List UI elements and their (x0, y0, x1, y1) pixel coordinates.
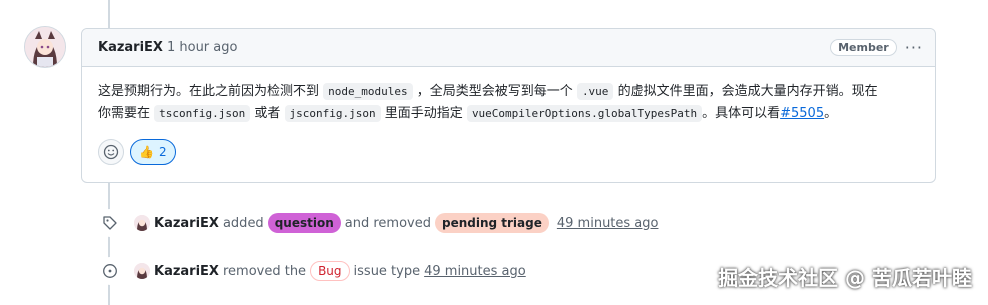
comment-author-link[interactable]: KazariEX (98, 40, 163, 55)
inline-code: tsconfig.json (154, 105, 251, 122)
comment-body: 这是预期行为。在此之前因为检测不到 node_modules ，全局类型会被写到… (82, 67, 935, 125)
event-verb: and removed (344, 215, 431, 231)
watermark: 掘金技术社区 @ 苦瓜若叶睦 (718, 266, 972, 290)
thumbs-up-icon: 👍 (139, 145, 154, 159)
mini-avatar[interactable] (134, 263, 150, 279)
label-pending-triage[interactable]: pending triage (434, 213, 549, 233)
add-reaction-button[interactable] (98, 139, 124, 165)
issue-link[interactable]: #5505 (780, 106, 824, 121)
event-timestamp[interactable]: 49 minutes ago (424, 264, 526, 279)
event-verb: issue type (353, 263, 421, 279)
timeline-event-labels: KazariEX added question and removed pend… (96, 209, 658, 237)
tag-icon (96, 209, 124, 237)
event-author-link[interactable]: KazariEX (154, 216, 219, 231)
body-text: 。具体可以看 (702, 106, 781, 121)
inline-code: node_modules (323, 83, 413, 100)
body-text: 这是预期行为。在此之前因为检测不到 (98, 84, 320, 99)
thumbs-up-reaction[interactable]: 👍 2 (130, 139, 176, 165)
comment-header: KazariEX 1 hour ago Member ··· (82, 29, 935, 67)
label-question[interactable]: question (267, 213, 341, 233)
issue-type-bug[interactable]: Bug (310, 261, 350, 281)
timeline-event-issue-type: KazariEX removed the Bug issue type 49 m… (96, 257, 526, 285)
body-text: 或者 (254, 106, 281, 121)
event-verb: removed the (222, 263, 307, 279)
event-verb: added (222, 215, 264, 231)
body-text: 。 (824, 106, 838, 121)
inline-code: vueCompilerOptions.globalTypesPath (466, 105, 703, 122)
avatar[interactable] (24, 26, 66, 68)
comment-box: KazariEX 1 hour ago Member ··· 这是预期行为。在此… (81, 28, 936, 183)
event-timestamp[interactable]: 49 minutes ago (557, 216, 659, 231)
body-text: ，全局类型会被写到每一个 (416, 84, 573, 99)
reaction-count: 2 (158, 145, 167, 159)
inline-code: jsconfig.json (284, 105, 381, 122)
smiley-icon (103, 144, 119, 160)
mini-avatar[interactable] (134, 215, 150, 231)
body-text: 的虚拟文件里面，会造成大量内存开销。现在 (617, 84, 878, 99)
inline-code: .vue (576, 83, 614, 100)
comment-timestamp[interactable]: 1 hour ago (167, 40, 237, 55)
more-options-icon[interactable]: ··· (905, 38, 923, 57)
body-text: 你需要在 (98, 106, 151, 121)
reactions-bar: 👍 2 (98, 139, 176, 165)
issue-type-icon (96, 257, 124, 285)
member-badge: Member (830, 39, 897, 56)
body-text: 里面手动指定 (384, 106, 463, 121)
event-author-link[interactable]: KazariEX (154, 264, 219, 279)
